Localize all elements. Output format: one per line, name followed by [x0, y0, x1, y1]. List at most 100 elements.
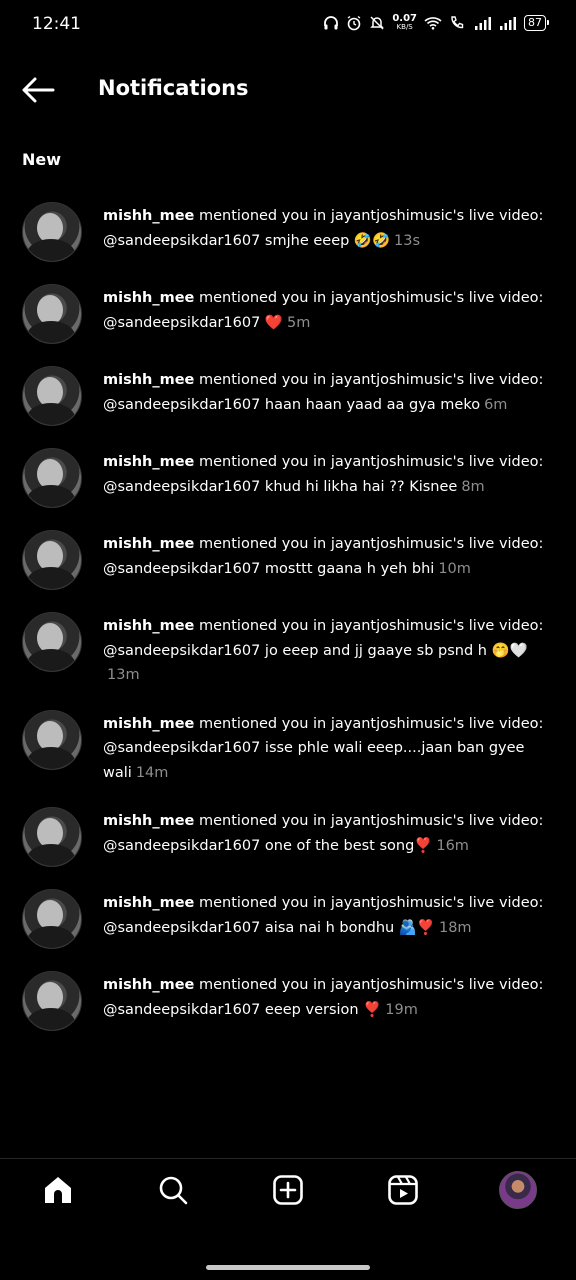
- home-icon: [44, 1177, 71, 1203]
- notification-text: mishh_mee mentioned you in jayantjoshimu…: [103, 366, 543, 426]
- notification-item[interactable]: mishh_mee mentioned you in jayantjoshimu…: [0, 949, 576, 1031]
- notification-item[interactable]: mishh_mee mentioned you in jayantjoshimu…: [0, 785, 576, 867]
- home-indicator[interactable]: [206, 1265, 370, 1270]
- notification-time: 19m: [385, 1001, 418, 1018]
- notification-comment: mosttt gaana h yeh bhi: [264, 560, 435, 577]
- notification-username[interactable]: mishh_mee: [103, 813, 194, 829]
- notification-username[interactable]: mishh_mee: [103, 208, 194, 224]
- status-time: 12:41: [32, 14, 81, 34]
- headphones-icon: [324, 16, 339, 30]
- notification-username[interactable]: mishh_mee: [103, 895, 194, 911]
- notification-mention[interactable]: @sandeepsikdar1607: [103, 643, 260, 659]
- nav-search-button[interactable]: [149, 1166, 197, 1214]
- notification-mention[interactable]: @sandeepsikdar1607: [103, 233, 260, 249]
- notification-item[interactable]: mishh_mee mentioned you in jayantjoshimu…: [0, 344, 576, 426]
- profile-avatar: [499, 1171, 538, 1209]
- notification-action: mentioned you in jayantjoshimusic's live…: [194, 536, 544, 552]
- net-speed-value: 0.07: [392, 13, 417, 24]
- user-avatar[interactable]: [22, 202, 82, 262]
- notification-item[interactable]: mishh_mee mentioned you in jayantjoshimu…: [0, 508, 576, 590]
- nav-create-button[interactable]: [264, 1166, 312, 1214]
- user-avatar[interactable]: [22, 284, 82, 344]
- user-avatar[interactable]: [22, 889, 82, 949]
- user-avatar[interactable]: [22, 807, 82, 867]
- notification-list[interactable]: mishh_mee mentioned you in jayantjoshimu…: [0, 180, 576, 1158]
- notification-mention[interactable]: @sandeepsikdar1607: [103, 740, 260, 756]
- notification-mention[interactable]: @sandeepsikdar1607: [103, 1002, 260, 1018]
- status-icons: 0.07 KB/S 87: [323, 14, 549, 32]
- notification-username[interactable]: mishh_mee: [103, 372, 194, 388]
- notification-action: mentioned you in jayantjoshimusic's live…: [194, 208, 544, 224]
- notification-action: mentioned you in jayantjoshimusic's live…: [194, 372, 544, 388]
- notification-text: mishh_mee mentioned you in jayantjoshimu…: [103, 284, 543, 344]
- section-header-new: New: [22, 150, 62, 169]
- network-speed: 0.07 KB/S: [392, 14, 417, 32]
- notification-text: mishh_mee mentioned you in jayantjoshimu…: [103, 889, 543, 949]
- notification-time: 8m: [461, 478, 485, 495]
- top-bar: Notifications: [0, 60, 576, 120]
- notification-comment: khud hi likha hai ?? Kisnee: [264, 478, 458, 495]
- search-icon: [159, 1176, 188, 1205]
- notification-item[interactable]: mishh_mee mentioned you in jayantjoshimu…: [0, 180, 576, 262]
- notification-mention[interactable]: @sandeepsikdar1607: [103, 397, 260, 413]
- notification-item[interactable]: mishh_mee mentioned you in jayantjoshimu…: [0, 426, 576, 508]
- user-avatar[interactable]: [22, 971, 82, 1031]
- user-avatar[interactable]: [22, 366, 82, 426]
- back-arrow-icon: [22, 77, 55, 103]
- notification-username[interactable]: mishh_mee: [103, 618, 194, 634]
- notification-time: 6m: [484, 396, 508, 413]
- notification-text: mishh_mee mentioned you in jayantjoshimu…: [103, 202, 543, 262]
- notification-action: mentioned you in jayantjoshimusic's live…: [194, 977, 544, 993]
- user-avatar[interactable]: [22, 448, 82, 508]
- notification-time: 10m: [438, 560, 471, 577]
- notification-mention[interactable]: @sandeepsikdar1607: [103, 838, 260, 854]
- notification-mention[interactable]: @sandeepsikdar1607: [103, 561, 260, 577]
- notification-comment: aisa nai h bondhu 🫂❣️: [264, 919, 435, 936]
- notification-username[interactable]: mishh_mee: [103, 454, 194, 470]
- wifi-icon: [424, 17, 442, 30]
- notification-comment: eeep version ❣️: [264, 1001, 382, 1018]
- notification-text: mishh_mee mentioned you in jayantjoshimu…: [103, 971, 543, 1031]
- notification-comment: haan haan yaad aa gya meko: [264, 396, 481, 413]
- back-button[interactable]: [20, 74, 56, 106]
- notification-time: 16m: [436, 837, 469, 854]
- notification-item[interactable]: mishh_mee mentioned you in jayantjoshimu…: [0, 262, 576, 344]
- battery-indicator: 87: [524, 15, 549, 31]
- notification-item[interactable]: mishh_mee mentioned you in jayantjoshimu…: [0, 688, 576, 786]
- notification-item[interactable]: mishh_mee mentioned you in jayantjoshimu…: [0, 867, 576, 949]
- page-title: Notifications: [98, 76, 249, 100]
- user-avatar[interactable]: [22, 530, 82, 590]
- notification-username[interactable]: mishh_mee: [103, 716, 194, 732]
- user-avatar[interactable]: [22, 709, 82, 770]
- nav-reels-button[interactable]: [379, 1166, 427, 1214]
- signal-icon-1: [475, 17, 491, 30]
- notification-mention[interactable]: @sandeepsikdar1607: [103, 479, 260, 495]
- notification-username[interactable]: mishh_mee: [103, 977, 194, 993]
- notification-text: mishh_mee mentioned you in jayantjoshimu…: [103, 612, 552, 688]
- notification-time: 14m: [135, 764, 169, 781]
- user-avatar[interactable]: [22, 612, 82, 672]
- nav-profile-button[interactable]: [494, 1166, 542, 1214]
- notification-action: mentioned you in jayantjoshimusic's live…: [194, 290, 544, 306]
- signal-icon-2: [500, 17, 516, 30]
- reels-icon: [388, 1175, 418, 1205]
- notification-time: 13m: [107, 667, 140, 683]
- notification-mention[interactable]: @sandeepsikdar1607: [103, 920, 260, 936]
- notification-time: 13s: [394, 232, 421, 249]
- bottom-navigation: [0, 1158, 576, 1280]
- notification-mention[interactable]: @sandeepsikdar1607: [103, 315, 260, 331]
- notification-time: 18m: [438, 919, 472, 936]
- notification-action: mentioned you in jayantjoshimusic's live…: [194, 618, 544, 634]
- notification-comment: jo eeep and jj gaaye sb psnd h 🤭🤍: [264, 642, 528, 659]
- notification-username[interactable]: mishh_mee: [103, 290, 194, 306]
- notification-item[interactable]: mishh_mee mentioned you in jayantjoshimu…: [0, 590, 576, 688]
- notification-text: mishh_mee mentioned you in jayantjoshimu…: [103, 710, 552, 786]
- notification-text: mishh_mee mentioned you in jayantjoshimu…: [103, 807, 543, 867]
- nav-home-button[interactable]: [34, 1166, 82, 1214]
- mute-bell-icon: [370, 16, 385, 30]
- notification-username[interactable]: mishh_mee: [103, 536, 194, 552]
- status-bar: 12:41 0.07 KB/S 87: [0, 0, 576, 50]
- alarm-icon: [347, 15, 361, 31]
- notification-action: mentioned you in jayantjoshimusic's live…: [194, 895, 544, 911]
- notification-comment: one of the best song❣️: [264, 837, 433, 854]
